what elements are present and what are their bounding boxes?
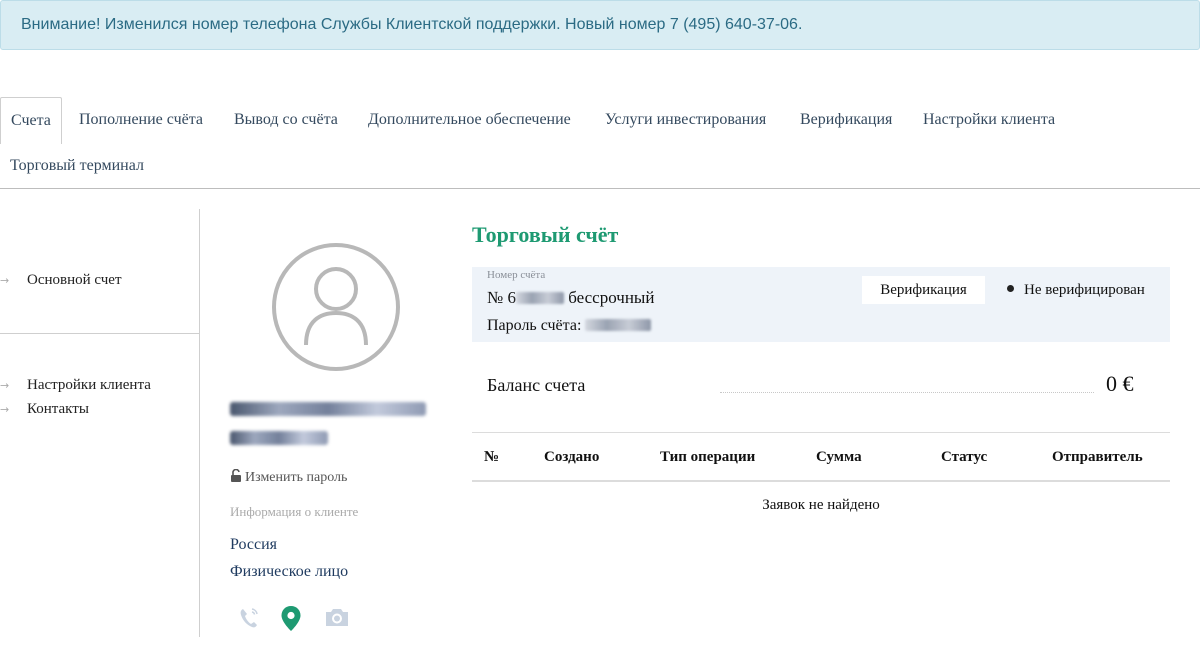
client-name-redacted bbox=[230, 402, 426, 416]
column-header-operation-type[interactable]: Тип операции bbox=[660, 449, 755, 466]
user-avatar-icon bbox=[272, 243, 400, 371]
tab-accounts[interactable]: Счета bbox=[0, 97, 62, 144]
client-profile: Изменить пароль Информация о клиенте Рос… bbox=[200, 209, 460, 639]
page-title: Торговый счёт bbox=[472, 222, 619, 247]
tab-client-settings[interactable]: Настройки клиента bbox=[923, 111, 1055, 129]
client-name-redacted bbox=[230, 431, 328, 445]
account-password-redacted bbox=[585, 319, 652, 331]
balance-value: 0 € bbox=[1106, 371, 1134, 396]
verification-status-label: Не верифицирован bbox=[1024, 282, 1145, 298]
tab-investment-services[interactable]: Услуги инвестирования bbox=[605, 111, 766, 129]
verification-status: Не верифицирован bbox=[1007, 282, 1145, 299]
column-header-status[interactable]: Статус bbox=[941, 449, 987, 466]
phone-icon[interactable] bbox=[238, 606, 260, 635]
balance-label: Баланс счета bbox=[487, 375, 586, 395]
main-tabs: Счета Пополнение счёта Вывод со счёта До… bbox=[0, 97, 1200, 189]
sidebar-item-label: Настройки клиента bbox=[27, 377, 151, 393]
sidebar-item-label: Контакты bbox=[27, 401, 89, 417]
tab-deposit[interactable]: Пополнение счёта bbox=[79, 111, 203, 129]
column-header-sender[interactable]: Отправитель bbox=[1052, 449, 1143, 466]
account-number: № 6 бессрочный bbox=[487, 288, 654, 308]
column-header-number[interactable]: № bbox=[484, 449, 499, 466]
arrow-right-icon: → bbox=[0, 379, 10, 392]
tab-withdraw[interactable]: Вывод со счёта bbox=[234, 111, 338, 129]
arrow-right-icon: → bbox=[0, 274, 10, 287]
account-password-label: Пароль счёта: bbox=[487, 317, 582, 334]
client-country: Россия bbox=[230, 536, 278, 553]
trading-account-panel: Торговый счёт Номер счёта № 6 бессрочный… bbox=[472, 209, 1170, 639]
change-password-label: Изменить пароль bbox=[245, 470, 348, 485]
column-header-amount[interactable]: Сумма bbox=[816, 449, 862, 466]
lock-open-icon bbox=[231, 468, 241, 482]
sidebar-item-client-settings[interactable]: → Настройки клиента bbox=[0, 377, 151, 394]
account-term: бессрочный bbox=[568, 288, 655, 307]
sidebar: → Основной счет → Настройки клиента → Конта… bbox=[0, 209, 200, 637]
sidebar-item-contacts[interactable]: → Контакты bbox=[0, 401, 89, 418]
column-header-created[interactable]: Создано bbox=[544, 449, 599, 466]
account-number-redacted bbox=[515, 292, 564, 304]
verification-button[interactable]: Верификация bbox=[862, 276, 985, 304]
client-info-label: Информация о клиенте bbox=[230, 504, 359, 519]
sidebar-item-main-account[interactable]: → Основной счет bbox=[0, 272, 122, 289]
account-number-label: Номер счёта bbox=[487, 269, 546, 281]
account-info-box: Номер счёта № 6 бессрочный Пароль счёта:… bbox=[472, 267, 1170, 342]
sidebar-divider bbox=[0, 333, 200, 334]
sidebar-item-label: Основной счет bbox=[27, 272, 122, 288]
arrow-right-icon: → bbox=[0, 403, 10, 416]
change-password-link[interactable]: Изменить пароль bbox=[230, 468, 348, 486]
balance-dotted-leader bbox=[720, 392, 1094, 393]
location-pin-icon[interactable] bbox=[281, 606, 301, 637]
support-phone-alert: Внимание! Изменился номер телефона Служб… bbox=[0, 0, 1200, 50]
tab-verification[interactable]: Верификация bbox=[800, 111, 892, 129]
table-header: № Создано Тип операции Сумма Статус Отпр… bbox=[472, 432, 1170, 482]
camera-icon[interactable] bbox=[324, 606, 350, 633]
client-type: Физическое лицо bbox=[230, 563, 349, 580]
account-number-prefix: № 6 bbox=[487, 288, 516, 307]
status-dot-icon bbox=[1007, 285, 1014, 292]
tab-additional-collateral[interactable]: Дополнительное обеспечение bbox=[368, 111, 571, 129]
table-empty-message: Заявок не найдено bbox=[762, 497, 880, 513]
account-password: Пароль счёта: bbox=[487, 317, 652, 335]
avatar bbox=[270, 241, 402, 373]
tab-trading-terminal[interactable]: Торговый терминал bbox=[10, 157, 144, 175]
